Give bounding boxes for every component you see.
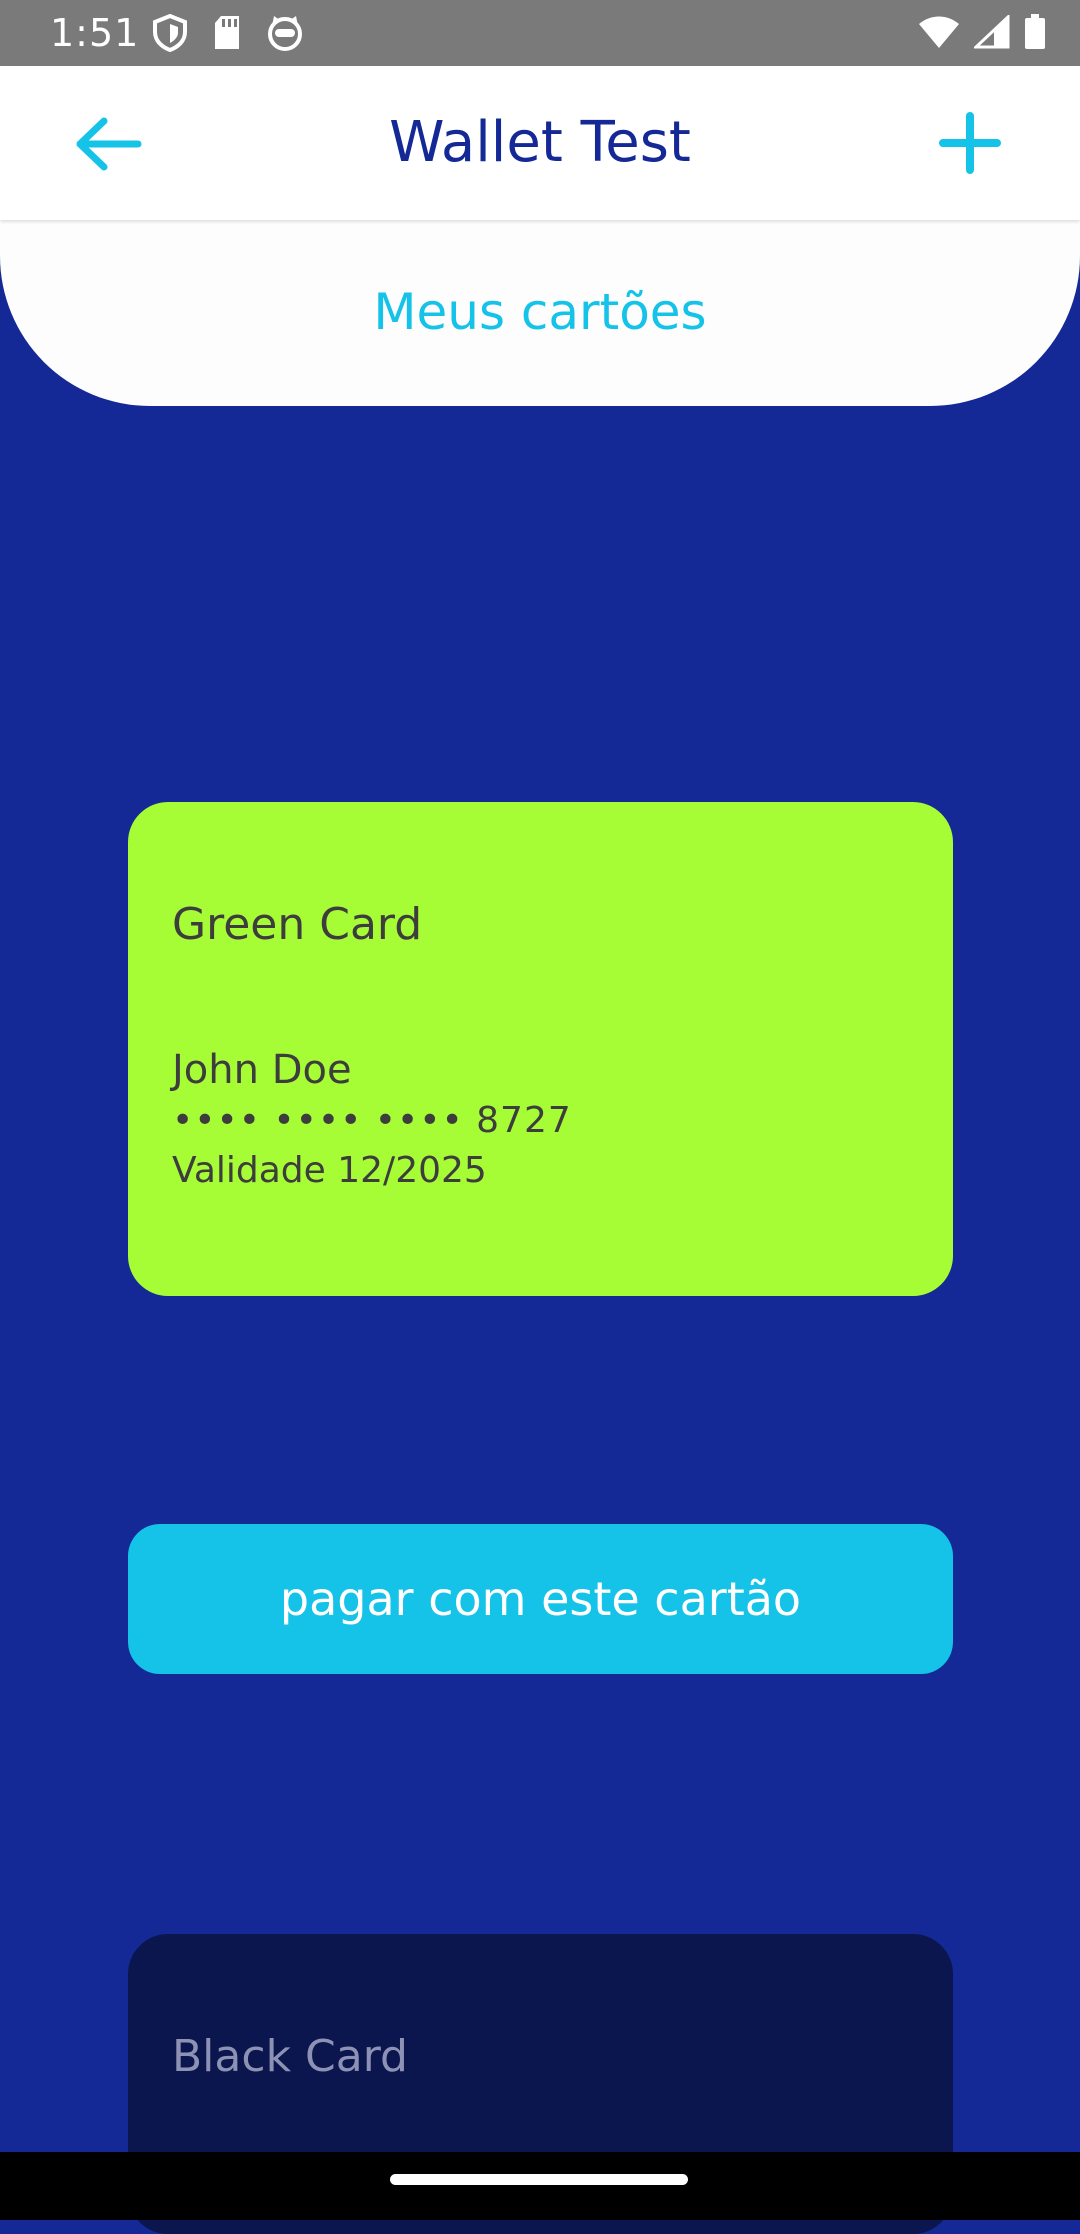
sd-card-icon bbox=[212, 14, 242, 52]
plus-icon bbox=[928, 112, 1008, 182]
page-title: Wallet Test bbox=[389, 110, 691, 175]
add-card-button[interactable] bbox=[928, 108, 1008, 178]
section-header: Meus cartões bbox=[0, 220, 1080, 406]
app-bar: Wallet Test bbox=[0, 66, 1080, 220]
wifi-icon bbox=[918, 15, 960, 49]
section-title: Meus cartões bbox=[373, 283, 707, 341]
status-left-icons bbox=[152, 14, 304, 52]
home-indicator[interactable] bbox=[390, 2174, 688, 2185]
card-number: •••• •••• •••• 8727 bbox=[172, 1100, 572, 1141]
card-expiry: Validade 12/2025 bbox=[172, 1150, 487, 1191]
cell-signal-icon bbox=[974, 15, 1010, 49]
status-right-icons bbox=[918, 14, 1046, 50]
system-nav-bar bbox=[0, 2152, 1080, 2220]
battery-icon bbox=[1024, 14, 1046, 50]
pay-with-card-button[interactable]: pagar com este cartão bbox=[128, 1524, 953, 1674]
status-bar: 1:51 bbox=[0, 0, 1080, 66]
card-name: Green Card bbox=[172, 899, 423, 950]
card-name: Black Card bbox=[172, 2031, 408, 2082]
status-time: 1:51 bbox=[50, 11, 140, 55]
card-holder: John Doe bbox=[172, 1047, 352, 1093]
shield-icon bbox=[152, 14, 188, 52]
card-green[interactable]: Green Card John Doe •••• •••• •••• 8727 … bbox=[128, 802, 953, 1296]
cat-face-icon bbox=[266, 14, 304, 52]
